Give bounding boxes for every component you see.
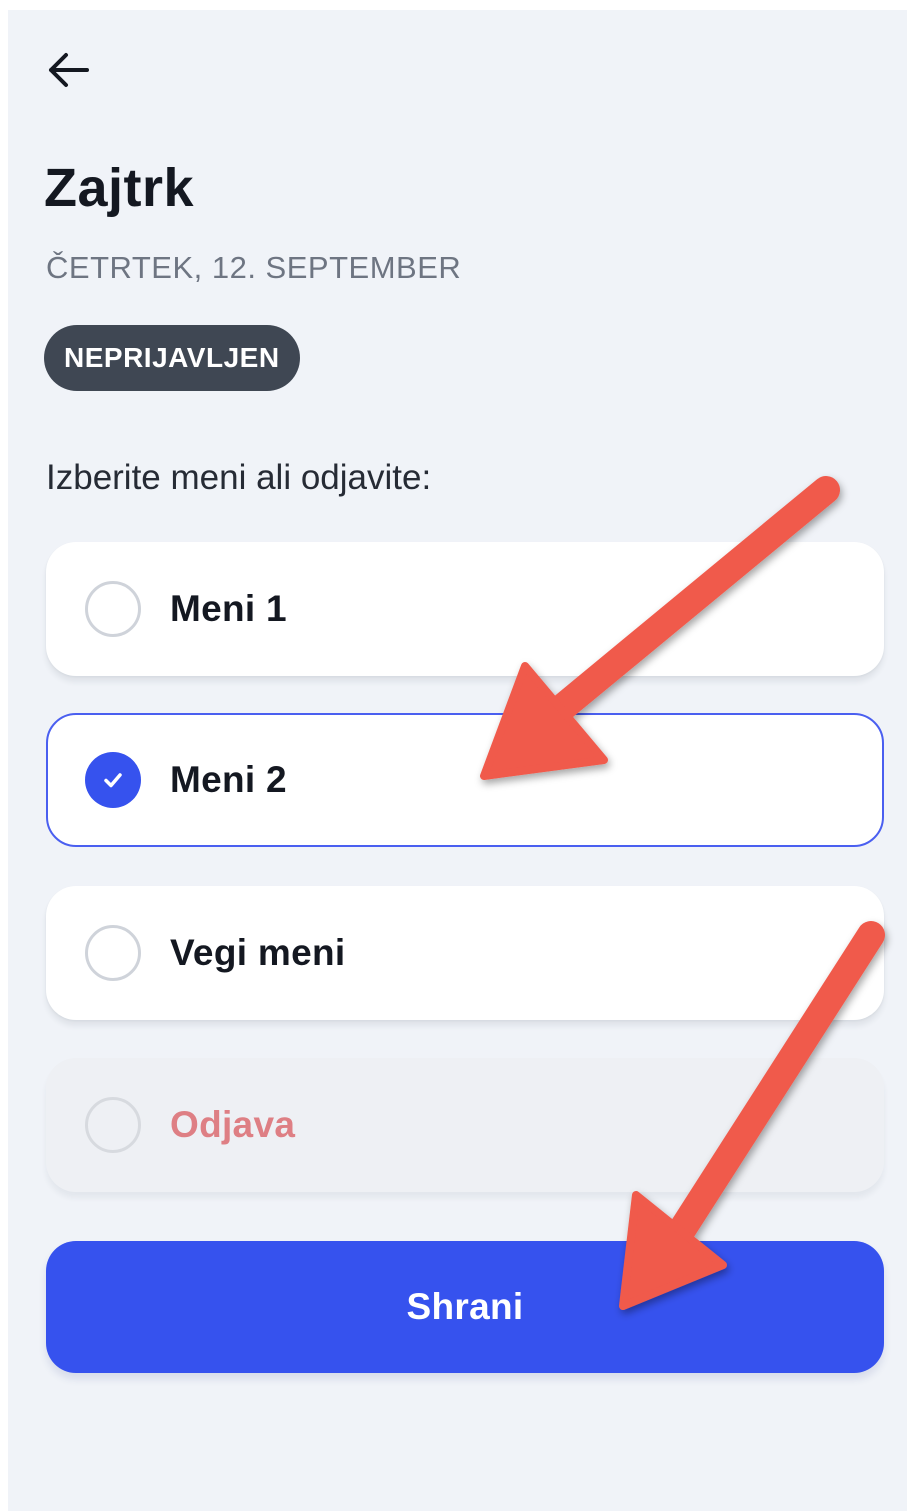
save-button[interactable]: Shrani — [46, 1241, 884, 1373]
radio-checked-icon[interactable] — [85, 752, 141, 808]
radio-unchecked-icon[interactable] — [85, 925, 141, 981]
option-label: Odjava — [170, 1104, 296, 1145]
option-meni-1[interactable]: Meni 1 — [46, 542, 884, 676]
option-label: Meni 1 — [170, 588, 287, 629]
status-badge: NEPRIJAVLJEN — [44, 325, 300, 391]
checkmark-icon — [104, 773, 122, 788]
meal-screen: Zajtrk ČETRTEK, 12. SEPTEMBER NEPRIJAVLJ… — [8, 10, 907, 1511]
option-label: Vegi meni — [170, 932, 346, 973]
back-button[interactable] — [44, 50, 92, 90]
arrow-left-icon — [49, 53, 89, 87]
option-vegi-meni[interactable]: Vegi meni — [46, 886, 884, 1020]
option-meni-2[interactable]: Meni 2 — [46, 713, 884, 847]
option-label: Meni 2 — [170, 759, 287, 800]
date-subtitle: ČETRTEK, 12. SEPTEMBER — [46, 250, 462, 285]
option-odjava[interactable]: Odjava — [46, 1058, 884, 1192]
radio-unchecked-icon[interactable] — [85, 1097, 141, 1153]
menu-prompt: Izberite meni ali odjavite: — [46, 458, 432, 497]
radio-unchecked-icon[interactable] — [85, 581, 141, 637]
page-title: Zajtrk — [44, 158, 195, 218]
